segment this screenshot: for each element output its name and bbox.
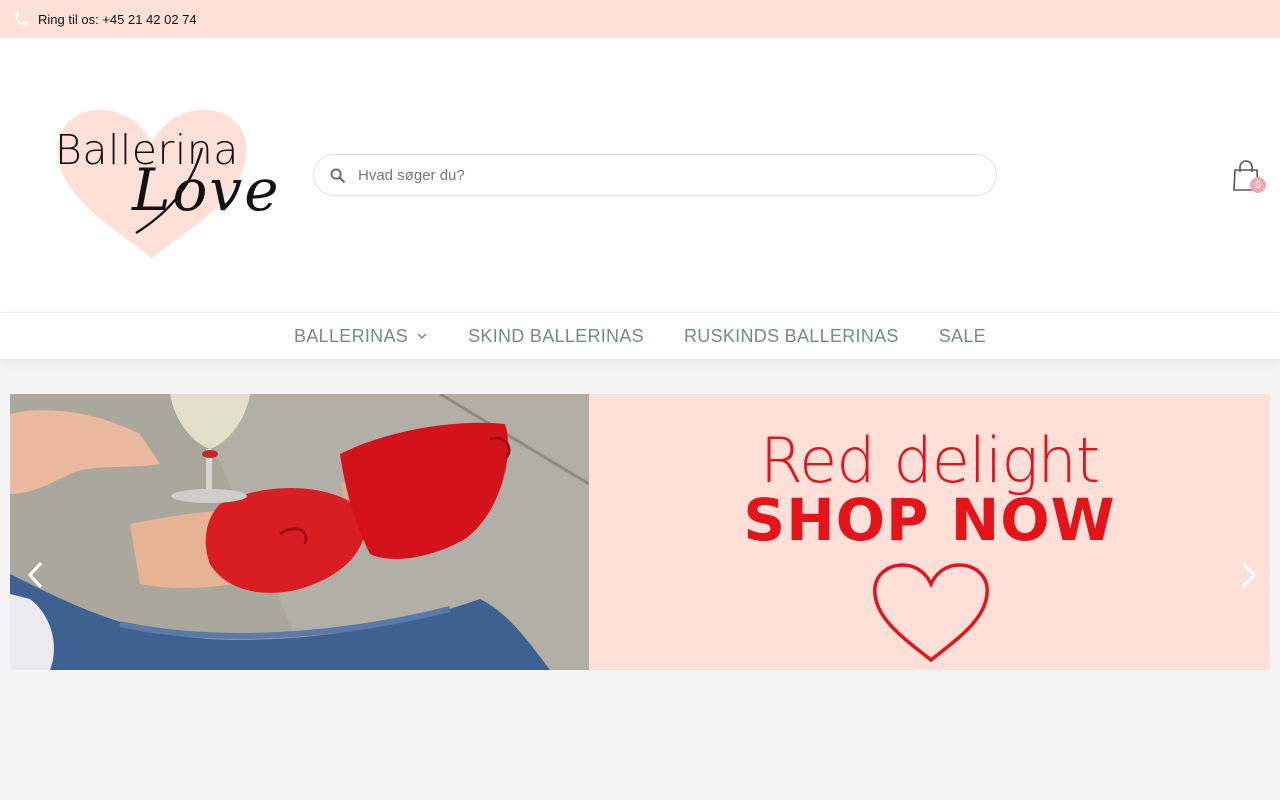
- promo-banner[interactable]: Red delight SHOP NOW: [589, 394, 1270, 670]
- top-bar: Ring til os: +45 21 42 02 74: [0, 0, 1280, 38]
- nav-item-label: RUSKINDS BALLERINAS: [683, 325, 899, 346]
- nav-item-sale[interactable]: SALE: [939, 326, 986, 347]
- logo-text-love: Love: [132, 156, 281, 224]
- search-input[interactable]: [358, 166, 958, 184]
- nav-item-label: SKIND BALLERINAS: [468, 325, 644, 346]
- hero-slider[interactable]: Red delight SHOP NOW: [10, 394, 1270, 670]
- slider-prev-button[interactable]: [24, 560, 48, 590]
- chevron-left-icon: [27, 561, 43, 589]
- nav-item-label: BALLERINAS: [294, 325, 409, 346]
- phone-icon: [12, 10, 30, 28]
- site-header: Ballerina Love 0: [0, 38, 1280, 312]
- hero-photo-red-ballerinas: [10, 394, 589, 670]
- chevron-down-icon: [416, 330, 428, 342]
- chevron-right-icon: [1241, 561, 1257, 589]
- search-icon[interactable]: [328, 166, 346, 184]
- nav-item-ruskinds-ballerinas[interactable]: RUSKINDS BALLERINAS: [684, 326, 899, 347]
- red-shoes-photo-icon: [10, 394, 589, 670]
- heart-icon: [873, 563, 989, 663]
- site-logo[interactable]: Ballerina Love: [52, 108, 279, 260]
- nav-item-label: SALE: [938, 325, 986, 346]
- cart-button[interactable]: 0: [1232, 160, 1268, 196]
- main-navigation: BALLERINAS SKIND BALLERINAS RUSKINDS BAL…: [0, 312, 1280, 359]
- nav-item-skind-ballerinas[interactable]: SKIND BALLERINAS: [468, 326, 644, 347]
- shop-now-cta[interactable]: SHOP NOW: [589, 486, 1270, 554]
- nav-item-ballerinas[interactable]: BALLERINAS: [294, 326, 428, 347]
- slider-next-button[interactable]: [1236, 560, 1260, 590]
- phone-number-link[interactable]: Ring til os: +45 21 42 02 74: [38, 12, 197, 27]
- search-bar[interactable]: [313, 154, 997, 196]
- cart-count-badge: 0: [1250, 177, 1266, 193]
